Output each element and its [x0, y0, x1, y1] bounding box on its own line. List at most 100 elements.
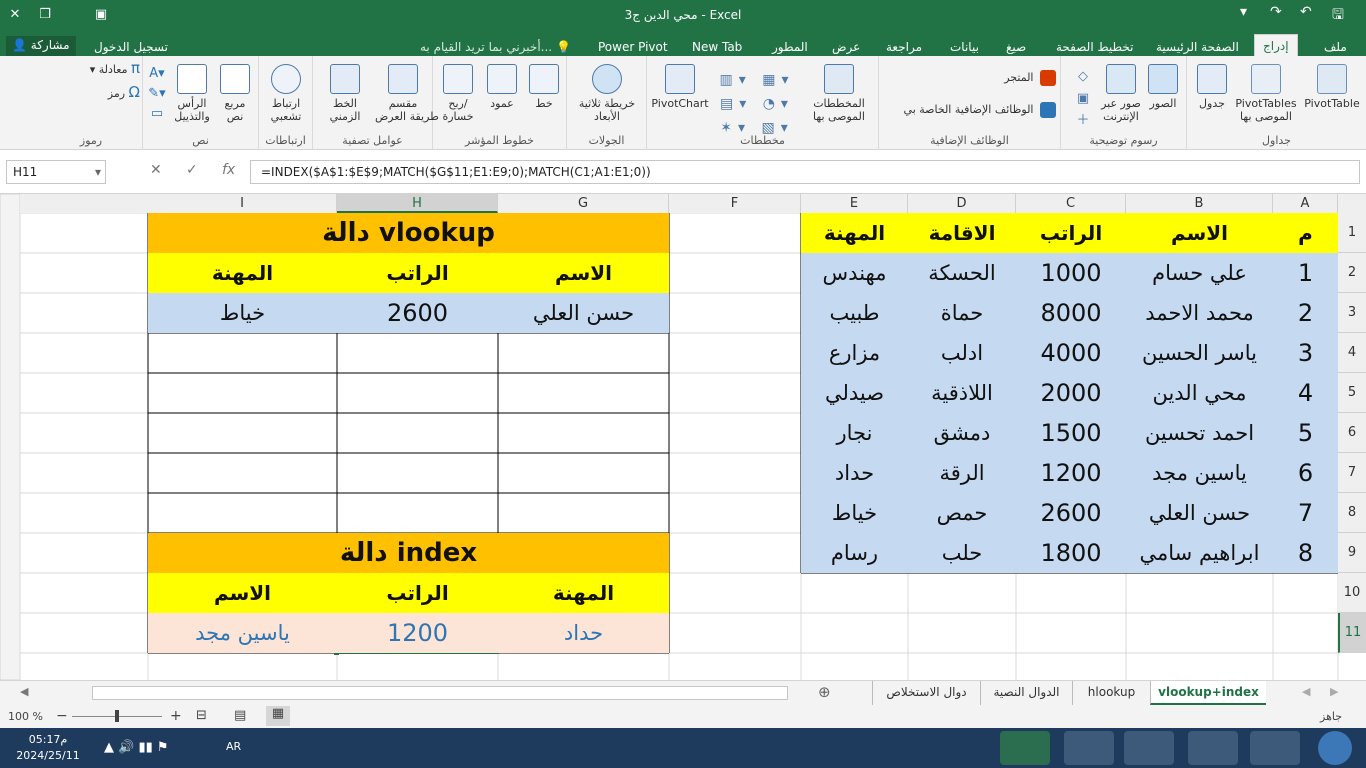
main-cell-B7[interactable]: ياسين مجد [1126, 453, 1273, 493]
main-cell-E8[interactable]: خياط [801, 493, 908, 533]
index-header-I[interactable]: الاسم [148, 573, 337, 613]
main-cell-A9[interactable]: 8 [1273, 533, 1338, 573]
worksheet-grid[interactable]: م الاسم الراتب الاقامة المهنة 1 علي حسام 1000 ال… [0, 194, 1366, 680]
vlookup-value-I[interactable]: خياط [148, 293, 337, 333]
column-header-C[interactable]: C [1016, 194, 1126, 213]
hyperlink-button[interactable]: ارتباط تشعبي [263, 64, 309, 123]
main-header-E[interactable]: المهنة [801, 213, 908, 253]
main-cell-A3[interactable]: 2 [1273, 293, 1338, 333]
main-cell-B3[interactable]: محمد الاحمد [1126, 293, 1273, 333]
normal-view-icon[interactable]: ▦ [266, 706, 290, 726]
row-header-11[interactable]: 11 [1338, 613, 1366, 653]
main-cell-D4[interactable]: ادلب [908, 333, 1016, 373]
main-cell-E7[interactable]: حداد [801, 453, 908, 493]
main-cell-C3[interactable]: 8000 [1016, 293, 1126, 333]
column-header-E[interactable]: E [801, 194, 908, 213]
zoom-level[interactable]: 100 % [8, 710, 43, 723]
qat-customize-icon[interactable]: ▾ [1240, 4, 1247, 20]
main-cell-C7[interactable]: 1200 [1016, 453, 1126, 493]
sheet-tab-hlookup[interactable]: hlookup [1072, 681, 1150, 705]
cancel-icon[interactable]: ✕ [150, 162, 162, 178]
excel-taskbar-icon[interactable] [1000, 731, 1050, 765]
tray-icons[interactable]: ▲ 🔊 ▮▮ ⚑ [104, 740, 169, 755]
main-cell-C6[interactable]: 1500 [1016, 413, 1126, 453]
ie-taskbar-icon[interactable] [1250, 731, 1300, 765]
column-header-F[interactable]: F [669, 194, 801, 213]
pivotchart-button[interactable]: PivotChart [649, 64, 711, 110]
index-title[interactable]: دالة index [148, 533, 669, 573]
equation-button[interactable]: ▾ معادلة π [50, 61, 140, 77]
sparkline-column-button[interactable]: عمود [481, 64, 523, 110]
undo-icon[interactable]: ↶ [1300, 4, 1312, 20]
index-value-H[interactable]: 1200 [337, 613, 498, 653]
vlookup-value-H[interactable]: 2600 [337, 293, 498, 333]
main-cell-E2[interactable]: مهندس [801, 253, 908, 293]
index-header-G[interactable]: المهنة [498, 573, 669, 613]
row-header-6[interactable]: 6 [1338, 413, 1366, 453]
chart-types-cluster[interactable]: ▥▾ ▦▾ ▤▾ ◔▾ ✶▾ ▧▾ [717, 68, 797, 140]
column-header-D[interactable]: D [908, 194, 1016, 213]
sheet-tab-extraction[interactable]: دوال الاستخلاص [872, 681, 980, 705]
main-cell-D6[interactable]: دمشق [908, 413, 1016, 453]
main-cell-D8[interactable]: حمص [908, 493, 1016, 533]
new-sheet-icon[interactable]: ⊕ [818, 683, 831, 701]
main-cell-D2[interactable]: الحسكة [908, 253, 1016, 293]
index-value-G[interactable]: حداد [498, 613, 669, 653]
formula-input[interactable]: =INDEX($A$1:$E$9;MATCH($G$11;E1:E9;0);MA… [250, 160, 1360, 184]
main-cell-E4[interactable]: مزارع [801, 333, 908, 373]
3d-map-button[interactable]: خريطة ثلاثية الأبعاد [571, 64, 643, 123]
main-cell-C4[interactable]: 4000 [1016, 333, 1126, 373]
chrome-taskbar-icon[interactable] [1064, 731, 1114, 765]
main-cell-C9[interactable]: 1800 [1016, 533, 1126, 573]
main-header-D[interactable]: الاقامة [908, 213, 1016, 253]
pictures-button[interactable]: الصور [1143, 64, 1183, 110]
enter-icon[interactable]: ✓ [186, 162, 198, 178]
main-cell-D9[interactable]: حلب [908, 533, 1016, 573]
row-header-9[interactable]: 9 [1338, 533, 1366, 573]
main-cell-A6[interactable]: 5 [1273, 413, 1338, 453]
row-header-8[interactable]: 8 [1338, 493, 1366, 533]
main-cell-B8[interactable]: حسن العلي [1126, 493, 1273, 533]
sheet-next-icon[interactable]: ▶ [1330, 685, 1338, 698]
index-header-H[interactable]: الراتب [337, 573, 498, 613]
row-header-7[interactable]: 7 [1338, 453, 1366, 493]
sparkline-winloss-button[interactable]: ربح/ خسارة [437, 64, 479, 123]
column-header-H[interactable]: H [337, 194, 498, 213]
row-header-4[interactable]: 4 [1338, 333, 1366, 373]
main-cell-E6[interactable]: نجار [801, 413, 908, 453]
main-cell-E3[interactable]: طبيب [801, 293, 908, 333]
row-header-3[interactable]: 3 [1338, 293, 1366, 333]
main-cell-A4[interactable]: 3 [1273, 333, 1338, 373]
main-header-A[interactable]: م [1273, 213, 1338, 253]
main-cell-D7[interactable]: الرقة [908, 453, 1016, 493]
main-cell-B9[interactable]: ابراهيم سامي [1126, 533, 1273, 573]
row-header-5[interactable]: 5 [1338, 373, 1366, 413]
sparkline-line-button[interactable]: خط [525, 64, 563, 110]
vlookup-header-G[interactable]: الاسم [498, 253, 669, 293]
shapes-icons-cluster[interactable]: ◇ ▣ ＋ [1069, 66, 1097, 132]
header-footer-button[interactable]: الرأس والتذييل [169, 64, 215, 123]
clock[interactable]: 05:17م 2024/25/11 [8, 732, 88, 764]
tab-insert[interactable]: إدراج [1254, 34, 1298, 58]
column-header-B[interactable]: B [1126, 194, 1273, 213]
slicer-button[interactable]: مقسم طريقة العرض [375, 64, 439, 123]
row-header-2[interactable]: 2 [1338, 253, 1366, 293]
sheet-tab-vlookup-index[interactable]: vlookup+index [1150, 681, 1266, 705]
media-player-taskbar-icon[interactable] [1124, 731, 1174, 765]
vlookup-value-G[interactable]: حسن العلي [498, 293, 669, 333]
main-cell-E5[interactable]: صيدلي [801, 373, 908, 413]
main-cell-D3[interactable]: حماة [908, 293, 1016, 333]
vlookup-header-I[interactable]: المهنة [148, 253, 337, 293]
horizontal-scrollbar[interactable] [92, 686, 788, 700]
row-header-1[interactable]: 1 [1338, 213, 1366, 253]
name-box[interactable]: H11 ▾ [6, 160, 106, 184]
main-cell-B5[interactable]: محي الدين [1126, 373, 1273, 413]
table-button[interactable]: جدول [1193, 64, 1231, 110]
scroll-left-icon[interactable]: ◀ [20, 685, 28, 698]
language-indicator[interactable]: AR [226, 740, 241, 753]
main-cell-B6[interactable]: احمد تحسين [1126, 413, 1273, 453]
main-cell-A5[interactable]: 4 [1273, 373, 1338, 413]
main-cell-D5[interactable]: اللاذقية [908, 373, 1016, 413]
column-header-G[interactable]: G [498, 194, 669, 213]
zoom-out-icon[interactable]: − [56, 708, 68, 724]
